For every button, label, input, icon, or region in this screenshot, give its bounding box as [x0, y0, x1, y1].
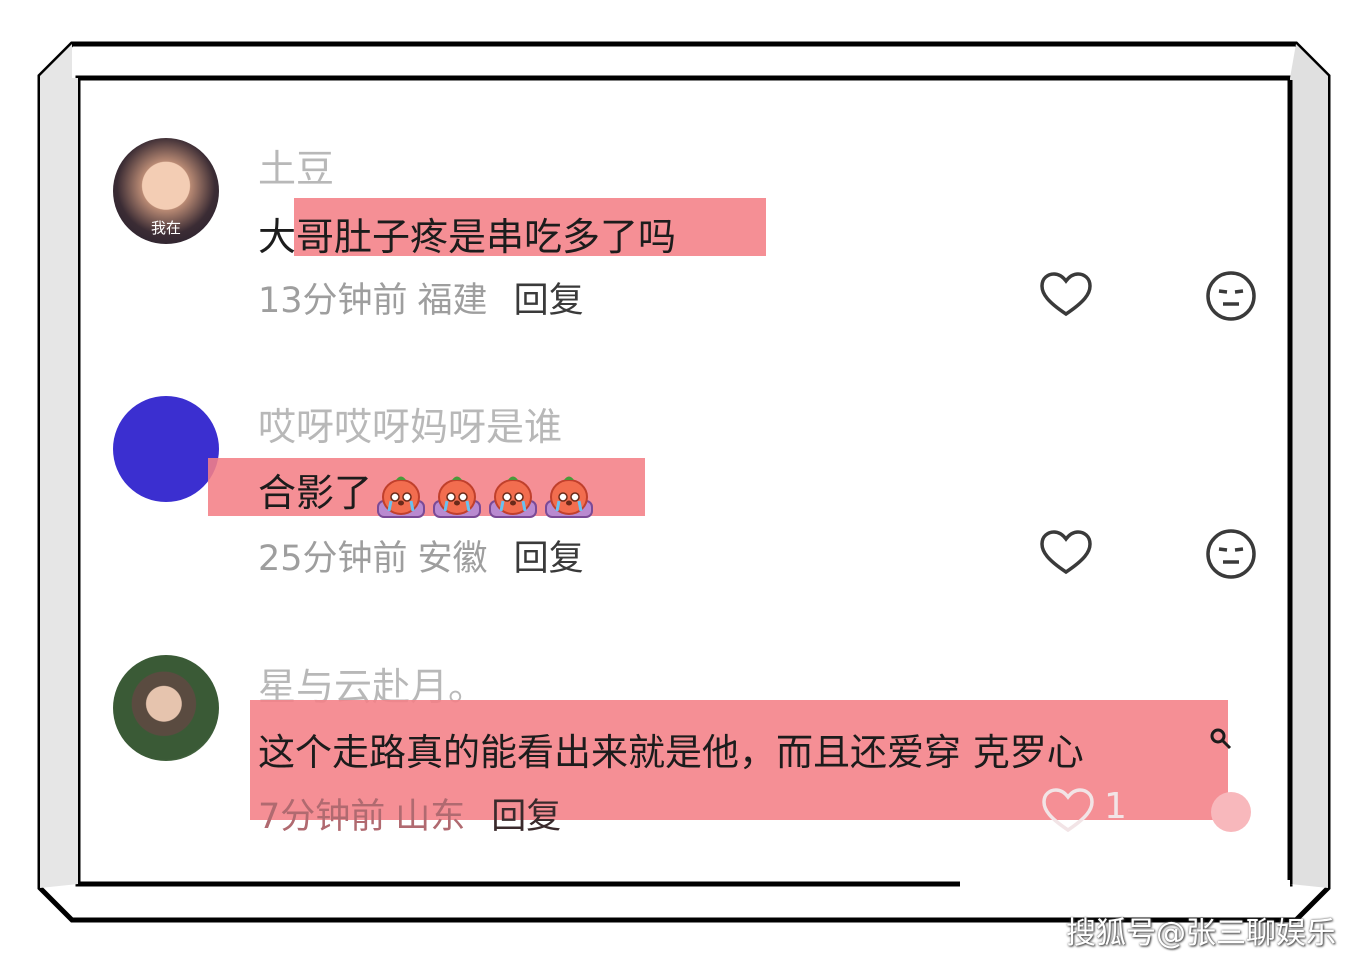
neutral-face-icon[interactable]: [1203, 268, 1259, 324]
heart-icon[interactable]: [1038, 526, 1094, 582]
comment-time: 25分钟前: [258, 539, 408, 579]
crying-sticker-icon: [545, 476, 594, 518]
reply-button[interactable]: 回复: [491, 797, 561, 837]
comment-meta: 7分钟前 山东 回复: [258, 788, 561, 839]
comment-location: 福建: [417, 281, 488, 321]
comment-time: 7分钟前: [258, 797, 386, 837]
avatar-caption: 我在: [150, 219, 181, 237]
crying-sticker-icon: [433, 476, 482, 518]
heart-icon[interactable]: [1040, 784, 1096, 840]
comment-time: 13分钟前: [258, 281, 408, 321]
crying-sticker-icon: [489, 476, 538, 518]
watermark: 搜狐号@张三聊娱乐: [1066, 916, 1336, 951]
search-icon[interactable]: [1208, 726, 1234, 752]
reply-button[interactable]: 回复: [514, 539, 584, 579]
comment-text: 这个走路真的能看出来就是他，而且还爱穿 克罗心: [258, 731, 1084, 774]
username[interactable]: 哎呀哎呀妈呀是谁: [258, 396, 562, 451]
comment-text: 大哥肚子疼是串吃多了吗: [258, 215, 677, 259]
crying-sticker-icon: [377, 476, 426, 518]
comment-location: 山东: [395, 797, 466, 837]
username[interactable]: 土豆: [258, 138, 334, 193]
neutral-face-icon[interactable]: [1203, 784, 1259, 840]
comment-text-row: 合影了: [258, 462, 596, 521]
avatar[interactable]: 我在: [113, 138, 219, 244]
comment-meta: 25分钟前 安徽 回复: [258, 530, 584, 581]
comment-meta: 13分钟前 福建 回复: [258, 272, 584, 323]
comment-text: 合影了: [258, 471, 373, 515]
like-count: 1: [1104, 786, 1127, 827]
avatar[interactable]: [113, 655, 219, 761]
avatar[interactable]: [113, 396, 219, 502]
heart-icon[interactable]: [1038, 268, 1094, 324]
neutral-face-icon[interactable]: [1203, 526, 1259, 582]
comment-location: 安徽: [417, 539, 488, 579]
emoji-row: [372, 471, 596, 518]
reply-button[interactable]: 回复: [514, 281, 584, 321]
